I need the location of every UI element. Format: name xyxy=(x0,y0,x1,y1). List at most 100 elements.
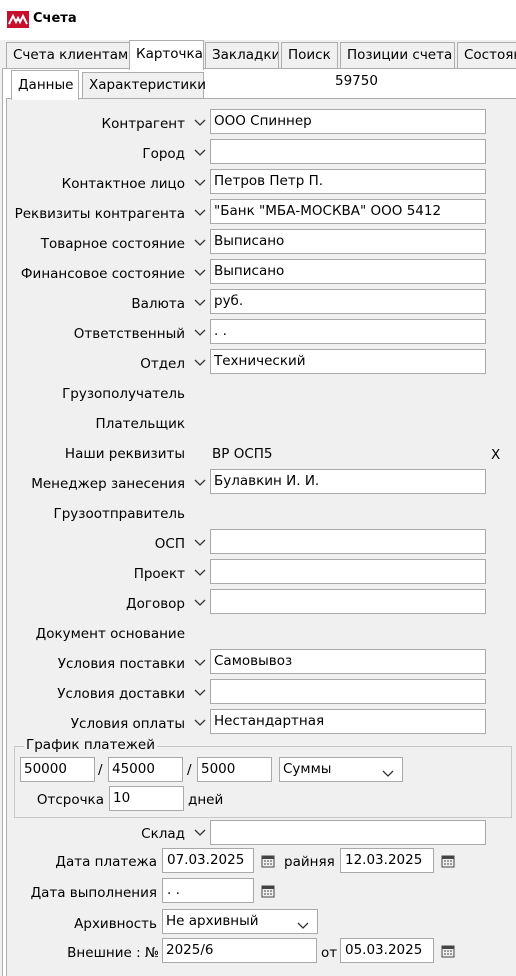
usloviya-dostavki-field[interactable] xyxy=(210,679,486,704)
usloviya-postavki-label: Условия поставки xyxy=(57,656,185,672)
nashi-rekvizity-label[interactable]: Наши реквизиты xyxy=(65,446,185,466)
usloviya-oplaty-label: Условия оплаты xyxy=(70,716,185,732)
external-date-field[interactable]: 05.03.2025 xyxy=(340,938,434,963)
dokument-osnovanie-label[interactable]: Документ основание xyxy=(36,626,185,646)
record-id: 59750 xyxy=(334,70,402,96)
tab-invoices[interactable]: Счета клиентам xyxy=(6,42,130,68)
kontaktnoe-lico-label: Контактное лицо xyxy=(61,176,185,192)
menedzher-field[interactable]: Булавкин И. И. xyxy=(210,469,486,494)
chevron-down-icon[interactable] xyxy=(192,565,208,581)
chevron-down-icon xyxy=(382,766,394,781)
tab-status[interactable]: Состоян xyxy=(457,42,516,68)
menedzher-label: Менеджер занесения xyxy=(31,476,185,492)
tab-label: Состоян xyxy=(464,47,516,63)
chevron-down-icon[interactable] xyxy=(192,295,208,311)
calendar-icon[interactable] xyxy=(441,854,455,868)
tab-label: Карточка xyxy=(136,46,203,62)
from-label: от xyxy=(321,945,338,961)
calendar-icon[interactable] xyxy=(441,944,455,958)
otvetstvennyi-field[interactable]: . . xyxy=(210,319,486,344)
delay-label: Отсрочка xyxy=(36,792,104,808)
clear-button[interactable]: X xyxy=(491,447,500,467)
tovarnoe-label: Товарное состояние xyxy=(40,236,185,252)
calendar-icon[interactable] xyxy=(261,854,275,868)
usloviya-postavki-field[interactable]: Самовывоз xyxy=(210,649,486,674)
delay-field[interactable]: 10 xyxy=(109,786,184,811)
separator: / xyxy=(98,762,103,778)
chevron-down-icon xyxy=(297,918,309,933)
completion-date-field[interactable]: . . xyxy=(162,878,254,903)
tovarnoe-field[interactable]: Выписано xyxy=(210,229,486,254)
tab-label: Закладки xyxy=(212,47,279,63)
tab-bookmarks[interactable]: Закладки xyxy=(205,42,279,68)
payment-date-field[interactable]: 07.03.2025 xyxy=(162,848,254,873)
sklad-label: Склад xyxy=(141,826,185,842)
finansovoe-label: Финансовое состояние xyxy=(20,266,185,282)
calendar-icon[interactable] xyxy=(261,884,275,898)
sklad-field[interactable] xyxy=(210,820,486,845)
chevron-down-icon[interactable] xyxy=(192,145,208,161)
gruzopoluchatel-label[interactable]: Грузополучатель xyxy=(62,386,185,406)
payment-amount-2[interactable]: 45000 xyxy=(108,757,183,782)
delay-unit: дней xyxy=(188,792,224,808)
tab-label: Счета клиентам xyxy=(13,47,129,63)
external-number-label: Внешние : № xyxy=(67,945,159,961)
rekvizity-field[interactable]: "Банк "МБА-МОСКВА" ООО 5412 xyxy=(210,199,486,224)
osp-field[interactable] xyxy=(210,529,486,554)
chevron-down-icon[interactable] xyxy=(192,115,208,131)
chevron-down-icon[interactable] xyxy=(192,685,208,701)
payment-schedule-title: График платежей xyxy=(24,737,157,755)
subtab-characteristics[interactable]: Характеристики xyxy=(82,72,206,98)
tab-search[interactable]: Поиск xyxy=(281,42,338,68)
tab-invoice-items[interactable]: Позиции счета xyxy=(340,42,455,68)
chevron-down-icon[interactable] xyxy=(192,325,208,341)
tab-label: Поиск xyxy=(288,47,331,63)
otdel-field[interactable]: Технический xyxy=(210,349,486,374)
chevron-down-icon[interactable] xyxy=(192,265,208,281)
nashi-rekvizity-value: ВР ОСП5 xyxy=(212,446,273,462)
payment-mode-select[interactable]: Суммы xyxy=(279,757,403,782)
gorod-label: Город xyxy=(142,146,185,162)
archive-select[interactable]: Не архивный xyxy=(162,909,318,934)
usloviya-dostavki-label: Условия доставки xyxy=(57,686,185,702)
external-number-field[interactable]: 2025/6 xyxy=(162,938,317,963)
valuta-field[interactable]: руб. xyxy=(210,289,486,314)
chevron-down-icon[interactable] xyxy=(192,475,208,491)
gorod-field[interactable] xyxy=(210,139,486,164)
dogovor-field[interactable] xyxy=(210,589,486,614)
kontragent-field[interactable]: ООО Спиннер xyxy=(210,109,486,134)
chevron-down-icon[interactable] xyxy=(192,595,208,611)
chevron-down-icon[interactable] xyxy=(192,205,208,221)
payment-date-label: Дата платежа xyxy=(55,854,157,870)
payment-amount-3[interactable]: 5000 xyxy=(197,757,272,782)
separator: / xyxy=(187,762,192,778)
proekt-label: Проект xyxy=(133,566,185,582)
platelshchik-label[interactable]: Плательщик xyxy=(96,416,185,436)
chevron-down-icon[interactable] xyxy=(192,175,208,191)
dogovor-label: Договор xyxy=(126,596,185,612)
subtab-label: Данные xyxy=(18,77,74,93)
completion-date-label: Дата выполнения xyxy=(30,885,157,901)
chevron-down-icon[interactable] xyxy=(192,715,208,731)
chevron-down-icon[interactable] xyxy=(192,535,208,551)
kontaktnoe-lico-field[interactable]: Петров Петр П. xyxy=(210,169,486,194)
tab-card[interactable]: Карточка xyxy=(129,40,204,70)
latest-date-label: райняя xyxy=(284,854,335,870)
proekt-field[interactable] xyxy=(210,559,486,584)
payment-amount-1[interactable]: 50000 xyxy=(20,757,95,782)
chevron-down-icon[interactable] xyxy=(192,235,208,251)
usloviya-oplaty-field[interactable]: Нестандартная xyxy=(210,709,486,734)
subtab-data[interactable]: Данные xyxy=(11,70,79,100)
latest-date-field[interactable]: 12.03.2025 xyxy=(340,848,434,873)
finansovoe-field[interactable]: Выписано xyxy=(210,259,486,284)
title-bar: Счета xyxy=(0,0,516,40)
tab-label: Позиции счета xyxy=(347,47,453,63)
kontragent-label: Контрагент xyxy=(101,116,185,132)
chevron-down-icon[interactable] xyxy=(192,355,208,371)
app-logo-icon xyxy=(7,11,29,28)
chevron-down-icon[interactable] xyxy=(192,825,208,841)
otdel-label: Отдел xyxy=(140,356,185,372)
gruzootpravitel-label[interactable]: Грузоотправитель xyxy=(53,506,185,526)
chevron-down-icon[interactable] xyxy=(192,655,208,671)
osp-label: ОСП xyxy=(154,536,185,552)
